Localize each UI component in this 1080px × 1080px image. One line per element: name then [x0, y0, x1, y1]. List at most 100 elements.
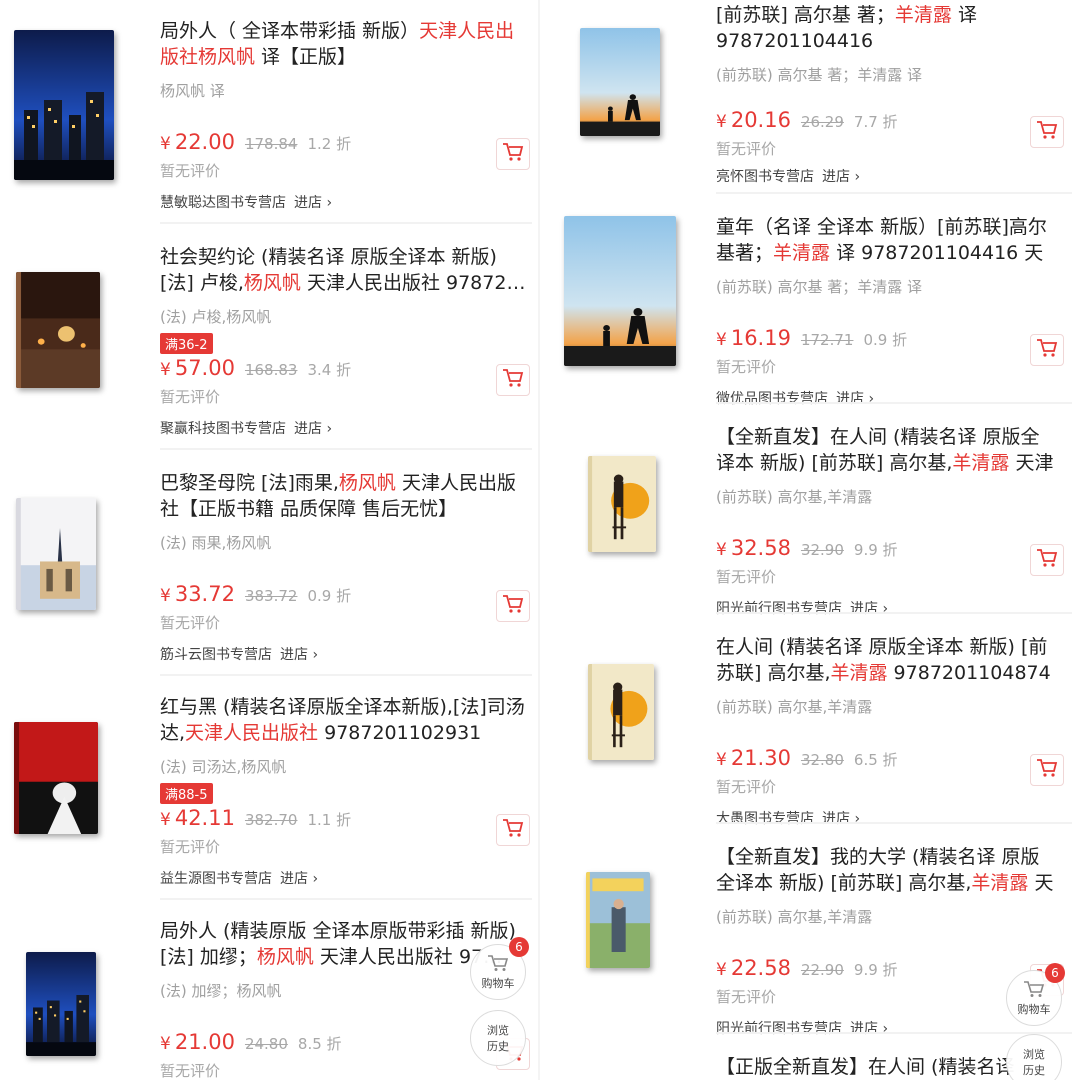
product-info: 【全新直发】在人间 (精装名译 原版全译本 新版) [前苏联] 高尔基,羊清露 …: [716, 424, 1056, 507]
product-card[interactable]: 【正版全新直发】在人间 (精装名译: [540, 1036, 1080, 1080]
history-label-line2: 历史: [487, 1040, 509, 1053]
product-card[interactable]: 社会契约论 (精装名译 原版全译本 新版) [法] 卢梭,杨风帆 天津人民出版社…: [0, 226, 540, 450]
rating-text: 暂无评价: [716, 568, 777, 586]
title-text: 译【正版】: [255, 46, 357, 68]
original-price: 32.80: [800, 751, 844, 769]
current-price: ¥33.72: [160, 582, 235, 606]
book-cover-image[interactable]: [14, 30, 114, 180]
store-name: 微优品图书专营店: [716, 391, 828, 407]
product-title[interactable]: 局外人（ 全译本带彩插 新版）天津人民出版社杨风帆 译【正版】: [160, 18, 530, 70]
book-cover-image[interactable]: [16, 498, 96, 610]
currency-symbol: ¥: [160, 810, 171, 830]
price-value: 22.00: [174, 130, 235, 154]
product-info: [前苏联] 高尔基 著；羊清露 译 9787201104416 (前苏联) 高尔基…: [716, 2, 1056, 85]
store-link[interactable]: 聚赢科技图书专营店 进店 ›: [160, 418, 332, 438]
product-info: 社会契约论 (精装名译 原版全译本 新版) [法] 卢梭,杨风帆 天津人民出版社…: [160, 244, 530, 354]
store-link[interactable]: 慧敏聪达图书专营店 进店 ›: [160, 192, 332, 212]
history-label-line1: 浏览: [1023, 1048, 1045, 1061]
history-float-button[interactable]: 浏览 历史: [470, 1010, 526, 1066]
enter-store-link[interactable]: 进店 ›: [822, 811, 860, 827]
original-price: 22.90: [800, 961, 844, 979]
book-cover-image[interactable]: [588, 664, 654, 760]
enter-store-link[interactable]: 进店 ›: [280, 871, 318, 887]
add-to-cart-button[interactable]: [496, 364, 530, 396]
title-highlight: 天津人民出版社: [185, 722, 319, 744]
add-to-cart-button[interactable]: [496, 814, 530, 846]
row-separator: [716, 192, 1072, 194]
enter-store-link[interactable]: 进店 ›: [850, 1021, 888, 1037]
title-text: 巴黎圣母院 [法]雨果,: [160, 472, 339, 494]
product-card[interactable]: 巴黎圣母院 [法]雨果,杨风帆 天津人民出版社【正版书籍 品质保障 售后无忧】 (…: [0, 452, 540, 676]
cart-icon: [502, 142, 524, 166]
book-cover-image[interactable]: [564, 216, 676, 366]
enter-store-link[interactable]: 进店 ›: [822, 169, 860, 185]
product-title[interactable]: 红与黑 (精装名译原版全译本新版),[法]司汤达,天津人民出版社 9787201…: [160, 694, 530, 746]
add-to-cart-button[interactable]: [496, 138, 530, 170]
book-cover-image[interactable]: [580, 28, 660, 136]
product-card[interactable]: [前苏联] 高尔基 著；羊清露 译 9787201104416 (前苏联) 高尔基…: [540, 0, 1080, 194]
price-row: ¥32.58 32.90 9.9 折: [716, 536, 898, 560]
enter-store-link[interactable]: 进店 ›: [294, 195, 332, 211]
add-to-cart-button[interactable]: [1030, 544, 1064, 576]
row-separator: [716, 402, 1072, 404]
enter-store-link[interactable]: 进店 ›: [280, 647, 318, 663]
book-cover-image[interactable]: [586, 872, 650, 968]
title-highlight: 羊清露: [952, 452, 1010, 474]
rating-text: 暂无评价: [716, 778, 777, 796]
rating-text: 暂无评价: [160, 614, 221, 632]
cart-icon: [487, 954, 509, 975]
cart-float-button[interactable]: 购物车 6: [470, 937, 529, 1000]
store-name: 慧敏聪达图书专营店: [160, 195, 286, 211]
current-price: ¥21.00: [160, 1030, 235, 1054]
product-title[interactable]: 【全新直发】在人间 (精装名译 原版全译本 新版) [前苏联] 高尔基,羊清露 …: [716, 424, 1056, 476]
original-price: 168.83: [244, 361, 298, 379]
book-cover-image[interactable]: [16, 272, 100, 388]
store-link[interactable]: 亮怀图书专营店 进店 ›: [716, 166, 860, 186]
product-card[interactable]: 【全新直发】我的大学 (精装名译 原版全译本 新版) [前苏联] 高尔基,羊清露…: [540, 826, 1080, 1037]
store-link[interactable]: 阳光前行图书专营店 进店 ›: [716, 1018, 888, 1038]
book-cover-image[interactable]: [588, 456, 656, 552]
add-to-cart-button[interactable]: [1030, 334, 1064, 366]
row-separator: [160, 222, 532, 224]
product-title[interactable]: 社会契约论 (精装名译 原版全译本 新版) [法] 卢梭,杨风帆 天津人民出版社…: [160, 244, 530, 296]
discount-rate: 1.1 折: [307, 811, 352, 829]
product-card[interactable]: 童年（名译 全译本 新版）[前苏联]高尔基著；羊清露 译 97872011044…: [540, 196, 1080, 407]
enter-store-link[interactable]: 进店 ›: [850, 601, 888, 617]
title-text: 9787201102931: [318, 722, 482, 744]
original-price: 383.72: [244, 587, 298, 605]
book-cover-image[interactable]: [14, 722, 98, 834]
product-card[interactable]: 在人间 (精装名译 原版全译本 新版) [前苏联] 高尔基,羊清露 978720…: [540, 616, 1080, 827]
title-highlight: 羊清露: [971, 872, 1029, 894]
price-value: 57.00: [174, 356, 235, 380]
store-link[interactable]: 微优品图书专营店 进店 ›: [716, 388, 874, 408]
product-card[interactable]: 局外人（ 全译本带彩插 新版）天津人民出版社杨风帆 译【正版】 杨风帆 译 ¥22.…: [0, 0, 540, 224]
add-to-cart-button[interactable]: [1030, 754, 1064, 786]
enter-store-link[interactable]: 进店 ›: [836, 391, 874, 407]
store-link[interactable]: 筋斗云图书专营店 进店 ›: [160, 644, 318, 664]
product-title[interactable]: 巴黎圣母院 [法]雨果,杨风帆 天津人民出版社【正版书籍 品质保障 售后无忧】: [160, 470, 530, 522]
product-title[interactable]: 童年（名译 全译本 新版）[前苏联]高尔基著；羊清露 译 97872011044…: [716, 214, 1056, 266]
product-title[interactable]: 【全新直发】我的大学 (精装名译 原版全译本 新版) [前苏联] 高尔基,羊清露…: [716, 844, 1056, 896]
product-title[interactable]: 在人间 (精装名译 原版全译本 新版) [前苏联] 高尔基,羊清露 978720…: [716, 634, 1056, 686]
product-card[interactable]: 局外人 (精装原版 全译本原版带彩插 新版) [法] 加缪；杨风帆 天津人民出版…: [0, 900, 540, 1080]
currency-symbol: ¥: [716, 750, 727, 770]
cart-count-badge: 6: [1045, 963, 1065, 983]
product-title[interactable]: 【正版全新直发】在人间 (精装名译: [716, 1054, 1056, 1080]
add-to-cart-button[interactable]: [496, 590, 530, 622]
product-info: 童年（名译 全译本 新版）[前苏联]高尔基著；羊清露 译 97872011044…: [716, 214, 1056, 297]
cart-float-button-right[interactable]: 购物车 6: [1006, 963, 1065, 1026]
enter-store-link[interactable]: 进店 ›: [294, 421, 332, 437]
store-link[interactable]: 益生源图书专营店 进店 ›: [160, 868, 318, 888]
store-link[interactable]: 大愚图书专营店 进店 ›: [716, 808, 860, 828]
discount-rate: 8.5 折: [297, 1035, 342, 1053]
add-to-cart-button[interactable]: [1030, 116, 1064, 148]
book-cover-image[interactable]: [26, 952, 96, 1056]
product-info: 红与黑 (精装名译原版全译本新版),[法]司汤达,天津人民出版社 9787201…: [160, 694, 530, 804]
current-price: ¥42.11: [160, 806, 235, 830]
current-price: ¥21.30: [716, 746, 791, 770]
currency-symbol: ¥: [160, 360, 171, 380]
store-link[interactable]: 阳光前行图书专营店 进店 ›: [716, 598, 888, 618]
product-card[interactable]: 红与黑 (精装名译原版全译本新版),[法]司汤达,天津人民出版社 9787201…: [0, 676, 540, 900]
product-card[interactable]: 【全新直发】在人间 (精装名译 原版全译本 新版) [前苏联] 高尔基,羊清露 …: [540, 406, 1080, 617]
product-title[interactable]: [前苏联] 高尔基 著；羊清露 译 9787201104416: [716, 2, 1056, 54]
